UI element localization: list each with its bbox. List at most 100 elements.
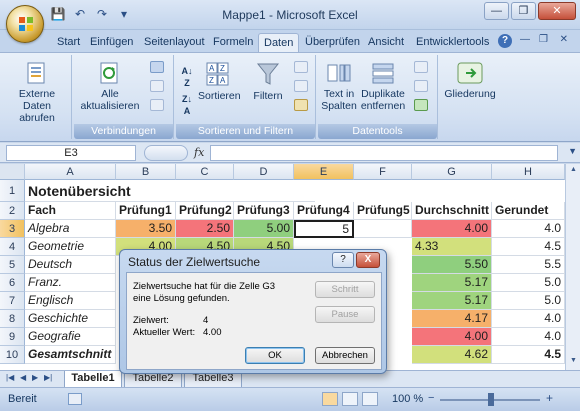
tab-formeln[interactable]: Formeln [208, 33, 258, 52]
sheet-tab-tabelle1[interactable]: Tabelle1 [64, 371, 122, 388]
rounded-cell[interactable]: 4.5 [492, 238, 565, 256]
duplikate-entfernen-button[interactable]: Duplikate entfernen [358, 61, 408, 112]
column-header-h[interactable]: H [492, 164, 565, 180]
grade-cell[interactable]: 2.50 [176, 220, 234, 238]
page-layout-view-icon[interactable] [342, 392, 358, 406]
ribbon-minimize-icon[interactable]: — [520, 34, 530, 45]
row-header-8[interactable]: 8 [0, 310, 25, 328]
tab-entwicklertools[interactable]: Entwicklertools [411, 33, 494, 52]
subject-cell[interactable]: Algebra [25, 220, 116, 238]
average-cell[interactable]: 4.00 [412, 220, 492, 238]
zoom-in-icon[interactable]: + [546, 391, 553, 405]
sort-za-icon[interactable]: Z↓ A [178, 93, 196, 117]
average-cell[interactable]: 5.50 [412, 256, 492, 274]
subject-cell[interactable]: Geschichte [25, 310, 116, 328]
row-header-10[interactable]: 10 [0, 346, 25, 364]
formula-input[interactable] [210, 145, 558, 161]
tab-ueberpruefen[interactable]: Überprüfen [300, 33, 365, 52]
header-cell-pruefung3[interactable]: Prüfung3 [234, 202, 294, 220]
step-button[interactable]: Schritt [315, 281, 375, 298]
header-cell-durchschnitt[interactable]: Durchschnitt [412, 202, 492, 220]
column-header-f[interactable]: F [354, 164, 412, 180]
sort-az-icon[interactable]: A↓ Z [178, 65, 196, 89]
rounded-cell[interactable]: 4.0 [492, 310, 565, 328]
scroll-down-icon[interactable]: ▼ [568, 357, 579, 368]
sortieren-button[interactable]: A Z Z A Sortieren [198, 61, 241, 102]
next-sheet-icon[interactable]: ▶ [32, 373, 38, 382]
header-cell-pruefung1[interactable]: Prüfung1 [116, 202, 176, 220]
header-cell-fach[interactable]: Fach [25, 202, 116, 220]
page-break-view-icon[interactable] [362, 392, 378, 406]
office-button[interactable] [6, 5, 44, 43]
rounded-cell[interactable]: 4.0 [492, 328, 565, 346]
header-cell-pruefung2[interactable]: Prüfung2 [176, 202, 234, 220]
data-validation-icon[interactable] [414, 61, 428, 73]
zoom-level[interactable]: 100 % [392, 393, 423, 405]
reapply-filter-icon[interactable] [294, 80, 308, 92]
header-cell-pruefung4[interactable]: Prüfung4 [294, 202, 354, 220]
ok-button[interactable]: OK [245, 347, 305, 364]
column-header-d[interactable]: D [234, 164, 294, 180]
rounded-cell[interactable]: 5.5 [492, 256, 565, 274]
subject-cell[interactable]: Franz. [25, 274, 116, 292]
first-sheet-icon[interactable]: |◀ [6, 373, 14, 382]
clear-filter-icon[interactable] [294, 61, 308, 73]
column-header-e[interactable]: E [294, 164, 354, 180]
sheet-title-cell[interactable]: Notenübersicht [25, 180, 315, 202]
grade-cell[interactable]: 3.50 [116, 220, 176, 238]
rounded-cell[interactable]: 5.0 [492, 274, 565, 292]
ribbon-close-icon[interactable]: ✕ [560, 34, 568, 45]
column-header-g[interactable]: G [412, 164, 492, 180]
row-header-7[interactable]: 7 [0, 292, 25, 310]
edit-links-icon[interactable] [150, 99, 164, 111]
help-icon[interactable]: ? [498, 34, 512, 48]
vertical-scrollbar[interactable]: ▲ ▼ [565, 164, 580, 370]
subject-cell[interactable]: Geometrie [25, 238, 116, 256]
total-rounded-cell[interactable]: 4.5 [492, 346, 565, 364]
name-box[interactable]: E3 [6, 145, 136, 161]
restore-button[interactable]: ❐ [511, 2, 536, 20]
header-cell-pruefung5[interactable]: Prüfung5 [354, 202, 412, 220]
average-cell[interactable]: 5.17 [412, 274, 492, 292]
scroll-up-icon[interactable]: ▲ [568, 166, 579, 177]
average-cell[interactable]: 4.17 [412, 310, 492, 328]
cancel-button[interactable]: Abbrechen [315, 347, 375, 364]
zoom-out-icon[interactable]: − [428, 392, 434, 404]
row-header-3[interactable]: 3 [0, 220, 25, 238]
expand-formula-bar-icon[interactable]: ▼ [568, 146, 577, 156]
close-window-button[interactable]: ✕ [538, 2, 576, 20]
minimize-button[interactable]: — [484, 2, 509, 20]
column-header-a[interactable]: A [25, 164, 116, 180]
tab-ansicht[interactable]: Ansicht [363, 33, 409, 52]
row-header-6[interactable]: 6 [0, 274, 25, 292]
tab-einfuegen[interactable]: Einfügen [85, 33, 138, 52]
rounded-cell[interactable]: 5.0 [492, 292, 565, 310]
gliederung-button[interactable]: Gliederung [442, 61, 498, 100]
total-label-cell[interactable]: Gesamtschnitt [25, 346, 116, 364]
row-header-9[interactable]: 9 [0, 328, 25, 346]
select-all-corner[interactable] [0, 164, 25, 180]
properties-icon[interactable] [150, 80, 164, 92]
column-header-b[interactable]: B [116, 164, 176, 180]
tab-daten[interactable]: Daten [258, 33, 300, 52]
dialog-close-button[interactable]: X [356, 252, 380, 268]
active-cell-e3[interactable]: 5 [294, 220, 354, 238]
header-cell-gerundet[interactable]: Gerundet [492, 202, 565, 220]
macro-record-icon[interactable] [68, 393, 82, 405]
average-cell[interactable]: 5.17 [412, 292, 492, 310]
row-header-5[interactable]: 5 [0, 256, 25, 274]
consolidate-icon[interactable] [414, 80, 428, 92]
rounded-cell[interactable]: 4.0 [492, 220, 565, 238]
advanced-filter-icon[interactable] [294, 99, 308, 111]
row-header-2[interactable]: 2 [0, 202, 25, 220]
tab-start[interactable]: Start [52, 33, 85, 52]
fx-icon[interactable]: fx [194, 146, 204, 159]
text-in-spalten-button[interactable]: Text in Spalten [320, 61, 358, 112]
average-cell[interactable]: 4.00 [412, 328, 492, 346]
pause-button[interactable]: Pause [315, 306, 375, 323]
dialog-help-button[interactable]: ? [332, 252, 354, 268]
formula-buttons[interactable] [144, 145, 188, 161]
subject-cell[interactable]: Englisch [25, 292, 116, 310]
alle-aktualisieren-button[interactable]: Alle aktualisieren [80, 61, 140, 112]
subject-cell[interactable]: Geografie [25, 328, 116, 346]
